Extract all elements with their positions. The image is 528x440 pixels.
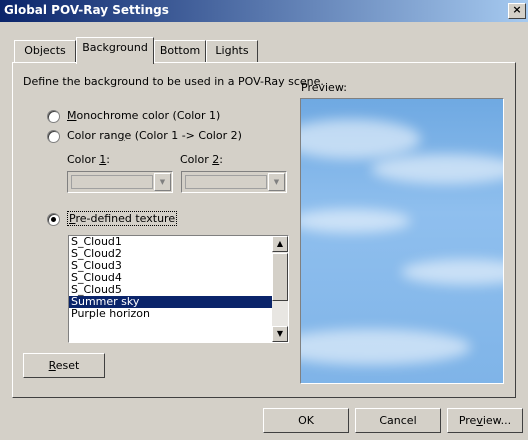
- monochrome-radio[interactable]: [47, 110, 60, 123]
- tab-label: Lights: [215, 44, 249, 57]
- list-item[interactable]: Purple horizon: [69, 308, 288, 320]
- preview-label: Preview:: [301, 81, 347, 94]
- close-icon: ×: [512, 3, 522, 16]
- background-tab-panel: Define the background to be used in a PO…: [12, 62, 516, 398]
- tab-label: Bottom: [159, 44, 201, 57]
- predefined-texture-label[interactable]: Pre-defined texture: [67, 211, 178, 226]
- preview-button[interactable]: Preview...: [447, 408, 523, 433]
- tab-objects[interactable]: Objects: [14, 40, 76, 63]
- title-bar: Global POV-Ray Settings ×: [0, 0, 528, 22]
- color-range-radio[interactable]: [47, 130, 60, 143]
- ok-button[interactable]: OK: [263, 408, 349, 433]
- tab-label: Objects: [24, 44, 66, 57]
- color1-select[interactable]: ▼: [67, 171, 173, 193]
- color2-select[interactable]: ▼: [181, 171, 287, 193]
- tab-bottom[interactable]: Bottom: [154, 40, 206, 63]
- color1-swatch: [71, 175, 153, 189]
- tab-background[interactable]: Background: [76, 37, 154, 64]
- tab-lights[interactable]: Lights: [206, 40, 258, 63]
- radio-dot: [51, 217, 56, 222]
- cancel-button[interactable]: Cancel: [355, 408, 441, 433]
- color1-label: Color 1:: [67, 153, 110, 166]
- texture-list[interactable]: S_Cloud1 S_Cloud2 S_Cloud3 S_Cloud4 S_Cl…: [68, 235, 289, 343]
- chevron-down-icon[interactable]: ▼: [268, 173, 285, 191]
- preview-image: [300, 98, 504, 384]
- reset-button[interactable]: Reset: [23, 353, 105, 378]
- vertical-scrollbar[interactable]: ▲ ▼: [272, 236, 288, 342]
- color2-label: Color 2:: [180, 153, 223, 166]
- color-range-label[interactable]: Color range (Color 1 -> Color 2): [67, 129, 242, 142]
- scroll-thumb[interactable]: [272, 253, 288, 301]
- close-button[interactable]: ×: [508, 3, 526, 19]
- monochrome-label[interactable]: Monochrome color (Color 1): [67, 109, 220, 122]
- window-title: Global POV-Ray Settings: [4, 3, 169, 17]
- predefined-texture-radio[interactable]: [47, 213, 60, 226]
- scroll-up-icon[interactable]: ▲: [272, 236, 288, 252]
- tab-label: Background: [82, 41, 148, 54]
- color2-swatch: [185, 175, 267, 189]
- chevron-down-icon[interactable]: ▼: [154, 173, 171, 191]
- scroll-down-icon[interactable]: ▼: [272, 326, 288, 342]
- description-text: Define the background to be used in a PO…: [23, 75, 324, 88]
